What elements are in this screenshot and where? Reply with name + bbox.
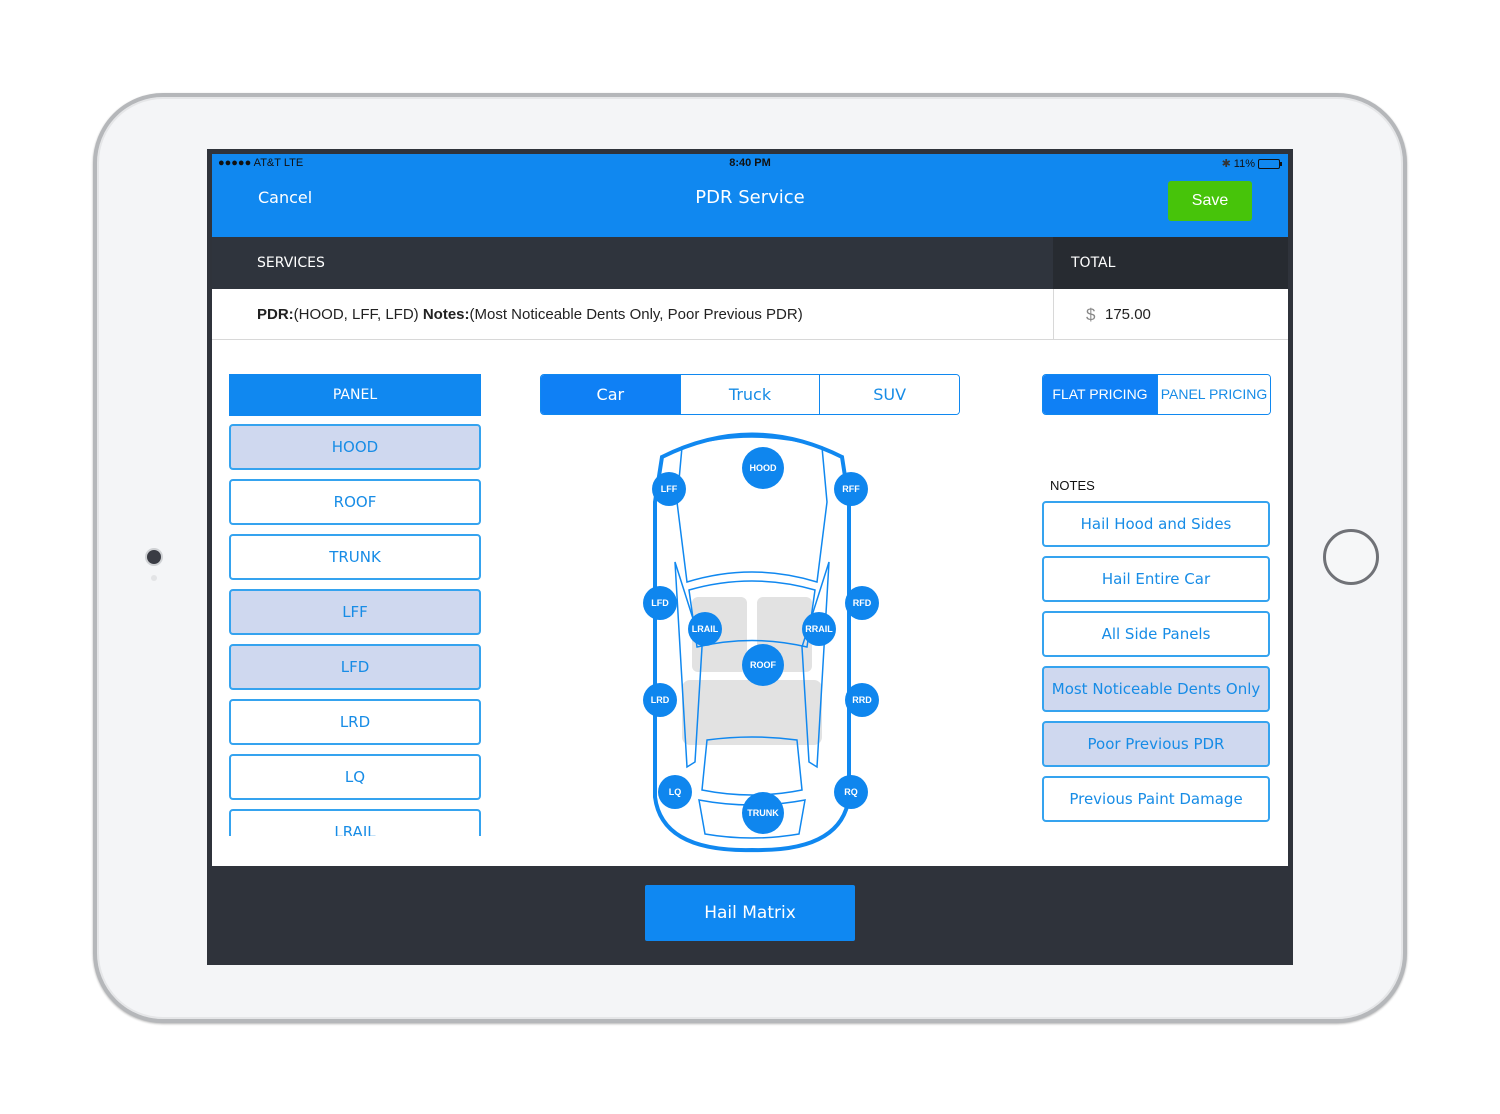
sensor-icon	[151, 575, 157, 581]
battery-percent: 11%	[1233, 157, 1255, 170]
table-row[interactable]: PDR:(HOOD, LFF, LFD) Notes:(Most Noticea…	[212, 289, 1288, 340]
marker-rrd[interactable]: RRD	[845, 683, 879, 717]
vehicle-tab-suv[interactable]: SUV	[819, 375, 959, 414]
currency-symbol: $	[1086, 305, 1096, 324]
price-cell: $ 175.00	[1053, 289, 1288, 339]
total-column-header: TOTAL	[1071, 255, 1116, 271]
marker-roof[interactable]: ROOF	[742, 644, 784, 686]
panel-item-lff[interactable]: LFF	[229, 589, 481, 635]
clock: 8:40 PM	[729, 157, 771, 169]
pdr-label: PDR:	[257, 306, 294, 323]
pdr-panels: (HOOD, LFF, LFD)	[293, 306, 423, 323]
note-item[interactable]: Hail Entire Car	[1042, 556, 1270, 602]
save-button[interactable]: Save	[1168, 181, 1252, 221]
home-button[interactable]	[1323, 529, 1379, 585]
note-item[interactable]: All Side Panels	[1042, 611, 1270, 657]
notes-label: Notes:	[422, 306, 470, 323]
marker-lff[interactable]: LFF	[652, 472, 686, 506]
service-description: PDR:(HOOD, LFF, LFD) Notes:(Most Noticea…	[257, 306, 803, 323]
panel-item-lfd[interactable]: LFD	[229, 644, 481, 690]
panel-item-trunk[interactable]: TRUNK	[229, 534, 481, 580]
marker-trunk[interactable]: TRUNK	[742, 792, 784, 834]
pricing-mode-selector: FLAT PRICING PANEL PRICING	[1042, 374, 1271, 415]
marker-rq[interactable]: RQ	[834, 775, 868, 809]
status-bar: ●●●●● AT&T LTE 8:40 PM ✱ 11%	[212, 154, 1288, 174]
notes-list: Hail Hood and Sides Hail Entire Car All Si…	[1042, 501, 1271, 831]
services-column-header: SERVICES	[257, 255, 325, 271]
pricing-tab-panel-pricing[interactable]: PANEL PRICING	[1157, 375, 1270, 414]
panel-item-lq[interactable]: LQ	[229, 754, 481, 800]
bottom-toolbar: Hail Matrix	[212, 866, 1288, 965]
marker-lrail[interactable]: LRAIL	[688, 612, 722, 646]
total-price: 175.00	[1105, 306, 1151, 323]
panel-item-roof[interactable]: ROOF	[229, 479, 481, 525]
services-table-header: SERVICES TOTAL	[212, 237, 1288, 289]
bluetooth-icon: ✱	[1221, 158, 1231, 170]
battery-icon	[1258, 158, 1282, 169]
note-item[interactable]: Hail Hood and Sides	[1042, 501, 1270, 547]
camera-icon	[147, 550, 161, 564]
vehicle-tab-car[interactable]: Car	[541, 375, 680, 414]
hail-matrix-button[interactable]: Hail Matrix	[645, 885, 855, 941]
vehicle-tab-truck[interactable]: Truck	[679, 375, 820, 414]
app-screen: ●●●●● AT&T LTE 8:40 PM ✱ 11% Cancel PDR …	[207, 149, 1293, 965]
notes-value: (Most Noticeable Dents Only, Poor Previo…	[469, 306, 803, 323]
note-item[interactable]: Poor Previous PDR	[1042, 721, 1270, 767]
marker-lfd[interactable]: LFD	[643, 586, 677, 620]
marker-lq[interactable]: LQ	[658, 775, 692, 809]
pricing-tab-flat-pricing[interactable]: FLAT PRICING	[1043, 375, 1157, 414]
note-item[interactable]: Previous Paint Damage	[1042, 776, 1270, 822]
panel-list[interactable]: HOOD ROOF TRUNK LFF LFD LRD LQ LRAIL	[229, 424, 481, 836]
content-area: PDR:(HOOD, LFF, LFD) Notes:(Most Noticea…	[212, 289, 1288, 866]
navigation-bar: ●●●●● AT&T LTE 8:40 PM ✱ 11% Cancel PDR …	[212, 154, 1288, 237]
vehicle-type-selector: Car Truck SUV	[540, 374, 960, 415]
marker-rff[interactable]: RFF	[834, 472, 868, 506]
marker-rrail[interactable]: RRAIL	[802, 612, 836, 646]
note-item[interactable]: Most Noticeable Dents Only	[1042, 666, 1270, 712]
panel-item-hood[interactable]: HOOD	[229, 424, 481, 470]
marker-rfd[interactable]: RFD	[845, 586, 879, 620]
total-column-header-cell: TOTAL	[1053, 237, 1288, 289]
panel-item-lrail[interactable]: LRAIL	[229, 809, 481, 836]
car-diagram: HOOD LFF RFF LFD RFD LRAIL RRAIL ROOF LR…	[627, 422, 879, 857]
page-title: PDR Service	[695, 187, 805, 208]
marker-lrd[interactable]: LRD	[643, 683, 677, 717]
panel-header: PANEL	[229, 374, 481, 416]
notes-heading: NOTES	[1050, 478, 1095, 493]
battery-indicator: ✱ 11%	[1221, 157, 1282, 170]
panel-item-lrd[interactable]: LRD	[229, 699, 481, 745]
marker-hood[interactable]: HOOD	[742, 447, 784, 489]
